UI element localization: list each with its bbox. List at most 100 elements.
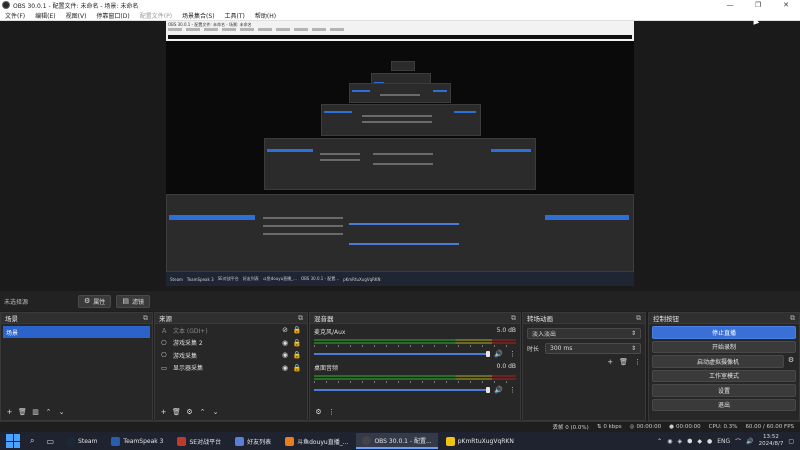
se-platform-icon (177, 436, 187, 446)
windows-start-icon[interactable] (6, 434, 20, 448)
more-options-icon[interactable]: ⋮ (509, 386, 516, 394)
taskbar-app-obs[interactable]: OBS 30.0.1 - 配置... (356, 433, 438, 449)
search-icon[interactable]: ⌕ (30, 436, 34, 446)
undock-icon[interactable]: ⧉ (298, 314, 303, 323)
volume-icon[interactable]: 🔊 (746, 438, 753, 445)
task-view-icon[interactable]: ▭ (46, 437, 54, 446)
taskbar-app-douyu[interactable]: 斗鱼douyu直播_... (279, 433, 354, 449)
menu-view[interactable]: 视图(V) (61, 11, 92, 20)
sources-dock-title: 来源 (159, 315, 172, 323)
undock-icon[interactable]: ⧉ (143, 314, 148, 323)
menu-file[interactable]: 文件(F) (0, 11, 30, 20)
preview-taskbar-item: TeamSpeak 3 (186, 276, 214, 282)
tray-app-icon[interactable]: ◆ (697, 438, 702, 445)
remove-scene-button[interactable]: 🗑 (17, 407, 28, 418)
eye-icon[interactable]: ◉ (279, 351, 291, 359)
transition-menu-button[interactable]: ⋮ (634, 358, 641, 366)
add-scene-button[interactable]: + (4, 407, 15, 418)
maximize-button[interactable]: ❐ (744, 0, 772, 10)
undock-icon[interactable]: ⧉ (790, 314, 795, 323)
source-properties-button[interactable]: ⚙ (184, 407, 195, 418)
move-scene-down-button[interactable]: ⌄ (56, 407, 67, 418)
taskbar-app-explorer[interactable]: pKmRtuXugVqRKN (440, 433, 520, 449)
tray-app-icon[interactable]: ⬢ (687, 438, 692, 445)
volume-slider-handle[interactable] (486, 387, 491, 393)
tray-app-icon[interactable]: ● (707, 438, 712, 445)
speaker-icon[interactable]: 🔊 (494, 386, 503, 394)
studio-mode-button[interactable]: 工作室模式 (652, 369, 796, 382)
transition-select[interactable]: 淡入淡出 ⇕ (527, 328, 641, 339)
add-source-button[interactable]: + (158, 407, 169, 418)
taskbar-app-se-platform[interactable]: SE对战平台 (171, 433, 227, 449)
volume-slider[interactable] (314, 351, 491, 357)
clock[interactable]: 13:52 2024/8/7 (759, 434, 784, 448)
eye-icon[interactable]: ◉ (279, 339, 291, 347)
dropped-frames: 丢帧 0 (0.0%) (552, 425, 589, 431)
taskbar-app-label: Steam (78, 437, 98, 445)
settings-button[interactable]: 设置 (652, 384, 796, 397)
language-indicator[interactable]: ENG (717, 438, 730, 445)
lock-icon[interactable]: 🔒 (291, 351, 303, 359)
scene-filters-button[interactable]: ▥ (30, 407, 41, 418)
lock-icon[interactable]: 🔒 (291, 364, 303, 372)
menu-scene-collection[interactable]: 场景集合(S) (177, 11, 220, 20)
exit-button[interactable]: 退出 (652, 398, 796, 411)
record-time: ● 00:00:00 (669, 424, 701, 430)
menu-help[interactable]: 帮助(H) (250, 11, 281, 20)
start-recording-button[interactable]: 开始录制 (652, 340, 796, 353)
volume-slider-handle[interactable] (486, 351, 491, 357)
tray-app-icon[interactable]: ◈ (677, 438, 682, 445)
add-transition-button[interactable]: + (607, 358, 613, 366)
menu-edit[interactable]: 编辑(E) (30, 11, 60, 20)
network-icon[interactable]: ⌒ (735, 437, 741, 446)
scene-list-item[interactable]: 场景 (3, 326, 150, 338)
filters-button[interactable]: ▤ 滤镜 (116, 294, 150, 308)
duration-input[interactable]: 300 ms ⇕ (545, 343, 641, 354)
more-options-icon[interactable]: ⋮ (509, 350, 516, 358)
record-time-value: 00:00:00 (675, 424, 701, 430)
move-source-up-button[interactable]: ⌃ (197, 407, 208, 418)
properties-button[interactable]: ⚙ 属性 (78, 294, 112, 308)
source-row[interactable]: ⎔ 游戏采集 2 ◉ 🔒 (155, 337, 307, 350)
undock-icon[interactable]: ⧉ (511, 314, 516, 323)
eye-hidden-icon[interactable]: ⊘ (279, 326, 291, 334)
undock-icon[interactable]: ⧉ (636, 314, 641, 323)
controls-dock-header: 控制按钮 ⧉ (649, 313, 799, 324)
menu-tools[interactable]: 工具(T) (220, 11, 250, 20)
taskbar-app-friends[interactable]: 好友列表 (229, 433, 277, 449)
mixer-menu-button[interactable]: ⋮ (326, 407, 337, 418)
channel-name: 桌面音频 (314, 365, 339, 372)
move-source-down-button[interactable]: ⌄ (210, 407, 221, 418)
gear-icon[interactable]: ⚙ (786, 356, 796, 364)
lock-icon[interactable]: 🔒 (291, 339, 303, 347)
preview-taskbar-item: SE对战平台 (217, 276, 239, 281)
monitor-icon: ▭ (161, 363, 168, 372)
menu-profile[interactable]: 配置文件(P) (135, 11, 177, 20)
stop-streaming-button[interactable]: 停止直播 (652, 326, 796, 339)
mixer-channel-desktop: 桌面音频 0.0 dB 🔊 ⋮ (310, 360, 520, 396)
eye-icon[interactable]: ◉ (279, 364, 291, 372)
source-row[interactable]: ▭ 显示器采集 ◉ 🔒 (155, 362, 307, 375)
close-button[interactable]: ✕ (772, 0, 800, 10)
tray-overflow-icon[interactable]: ⌃ (657, 438, 662, 445)
spinner-icon[interactable]: ⇕ (631, 345, 636, 352)
remove-transition-button[interactable]: 🗑 (619, 358, 628, 366)
tray-app-icon[interactable]: ◉ (667, 438, 672, 445)
taskbar-app-steam[interactable]: Steam (60, 433, 103, 449)
advanced-audio-button[interactable]: ⚙ (313, 407, 324, 418)
speaker-icon[interactable]: 🔊 (494, 350, 503, 358)
menu-docks[interactable]: 停靠窗口(D) (91, 11, 134, 20)
preview-area: OBS 30.0.1 - 配置文件: 未命名 - 场景: 未命名 Steam T… (0, 21, 800, 291)
volume-slider[interactable] (314, 387, 491, 393)
start-virtual-camera-button[interactable]: 启动虚拟摄像机 (652, 355, 784, 368)
preview-canvas[interactable]: OBS 30.0.1 - 配置文件: 未命名 - 场景: 未命名 Steam T… (166, 21, 634, 286)
scenes-toolbar: + 🗑 ▥ ⌃ ⌄ (1, 404, 152, 420)
minimize-button[interactable]: — (716, 0, 744, 10)
taskbar-app-teamspeak[interactable]: TeamSpeak 3 (105, 433, 169, 449)
notification-icon[interactable]: ▢ (788, 438, 794, 445)
move-scene-up-button[interactable]: ⌃ (43, 407, 54, 418)
remove-source-button[interactable]: 🗑 (171, 407, 182, 418)
lock-icon[interactable]: 🔒 (291, 326, 303, 334)
source-row[interactable]: Ａ 文本 (GDI+) ⊘ 🔒 (155, 324, 307, 337)
source-row[interactable]: ⎔ 游戏采集 ◉ 🔒 (155, 349, 307, 362)
